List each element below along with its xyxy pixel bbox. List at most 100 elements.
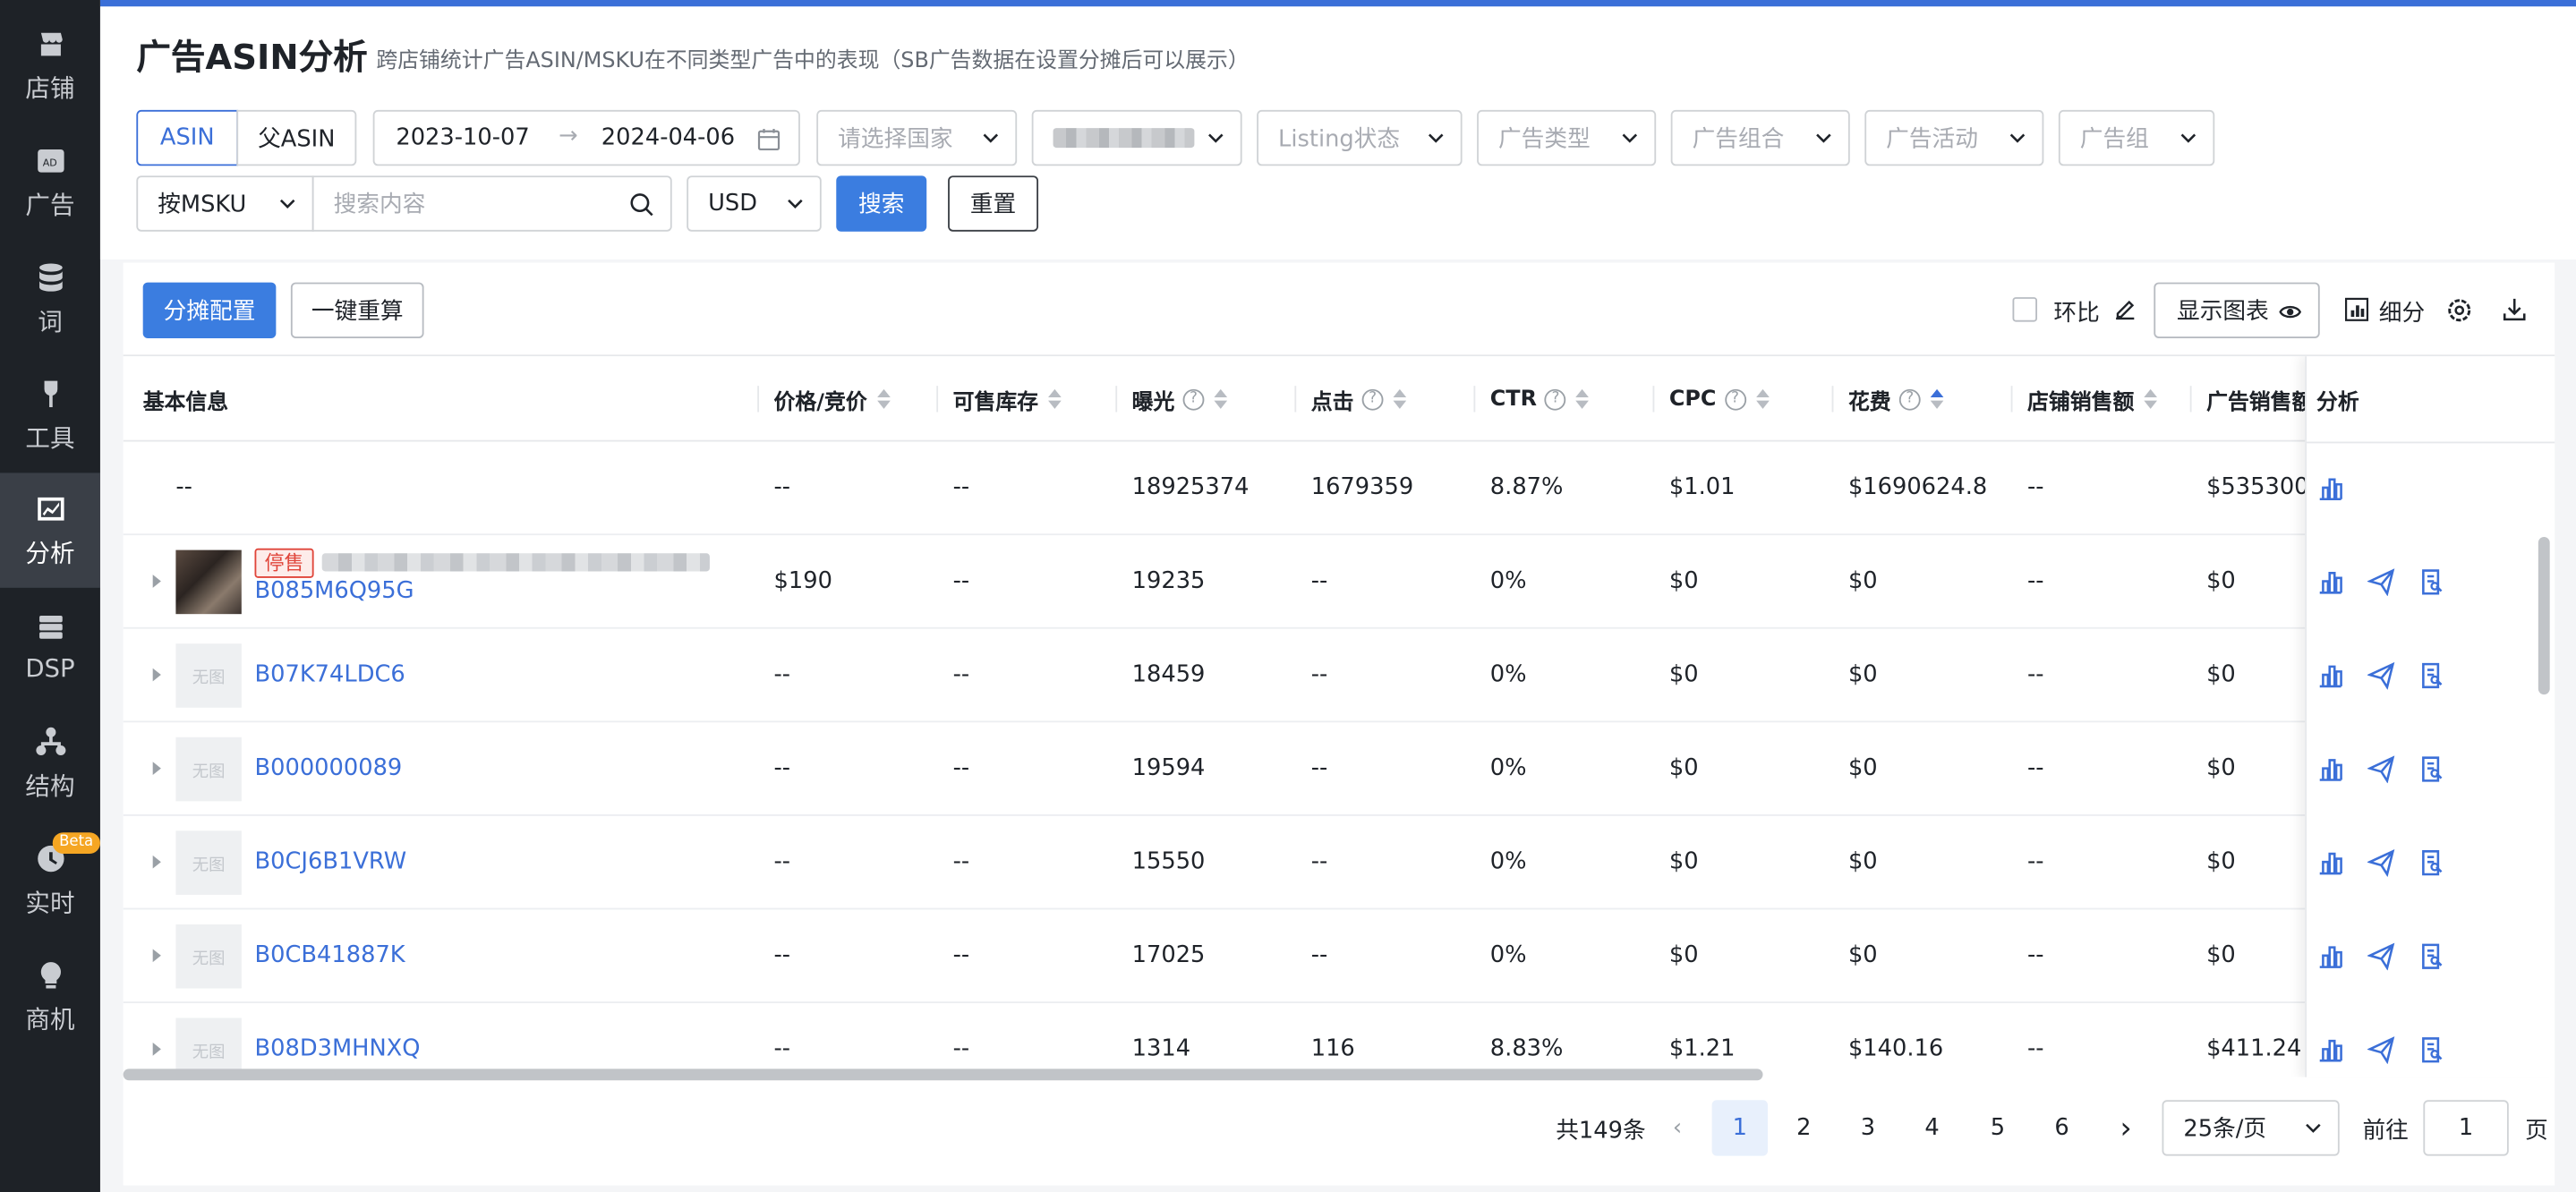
goto-page-input[interactable]: 1 [2423, 1100, 2509, 1156]
bar-chart-icon[interactable] [2316, 755, 2344, 783]
col-stock[interactable]: 可售库存 [953, 356, 1062, 441]
prev-page-chevron-left-icon[interactable]: ‹ [1650, 1100, 1705, 1155]
show-chart-button[interactable]: 显示图表 [2154, 282, 2320, 338]
sidebar-item-realtime[interactable]: Beta 实时 [0, 822, 100, 937]
search-input[interactable]: 搜索内容 [311, 175, 672, 232]
bar-chart-icon[interactable] [2316, 849, 2344, 877]
asin-link[interactable]: B0CB41887K [255, 942, 405, 968]
sort-icon[interactable] [1048, 388, 1062, 409]
search-icon[interactable] [629, 192, 654, 217]
ad-type-select[interactable]: 广告类型 [1477, 109, 1657, 166]
help-icon[interactable]: ? [1182, 387, 1205, 410]
detail-label[interactable]: 细分 [2379, 295, 2425, 328]
bar-chart-icon[interactable] [2316, 942, 2344, 970]
next-page-chevron-right-icon[interactable]: › [2098, 1100, 2154, 1155]
sidebar-item-ad[interactable]: AD 广告 [0, 124, 100, 239]
sidebar-item-dsp[interactable]: DSP [0, 590, 100, 704]
asin-link[interactable]: B0CJ6B1VRW [255, 849, 407, 875]
sidebar-item-analysis[interactable]: 分析 [0, 473, 100, 588]
report-icon[interactable] [2418, 568, 2446, 596]
cell-ad-sales: $0 [2206, 661, 2236, 688]
asin-link[interactable]: B08D3MHNXQ [255, 1036, 421, 1062]
col-clicks[interactable]: 点击? [1311, 356, 1407, 441]
sort-icon[interactable] [1576, 388, 1590, 409]
page-1[interactable]: 1 [1711, 1100, 1768, 1156]
expand-caret-icon[interactable] [152, 1043, 161, 1056]
send-icon[interactable] [2367, 755, 2395, 784]
settings-gear-icon[interactable] [2446, 297, 2472, 323]
ad-portfolio-select[interactable]: 广告组合 [1670, 109, 1850, 166]
sidebar-item-structure[interactable]: 结构 [0, 706, 100, 821]
page-6[interactable]: 6 [2034, 1100, 2089, 1155]
chart-bar-icon[interactable] [2344, 297, 2369, 322]
bar-chart-icon[interactable] [2316, 474, 2344, 502]
asin-link[interactable]: B000000089 [255, 755, 403, 781]
bar-chart-icon[interactable] [2316, 661, 2344, 689]
send-icon[interactable] [2367, 568, 2395, 596]
col-ad-sales[interactable]: 广告销售额 [2206, 356, 2308, 441]
segment-asin[interactable]: ASIN [136, 109, 239, 166]
help-icon[interactable]: ? [1361, 387, 1384, 410]
report-icon[interactable] [2418, 1036, 2446, 1064]
ad-campaign-select[interactable]: 广告活动 [1864, 109, 2044, 166]
page-5[interactable]: 5 [1970, 1100, 2026, 1155]
page-size-select[interactable]: 25条/页 [2162, 1100, 2340, 1156]
asin-link[interactable]: B085M6Q95G [255, 578, 414, 604]
sidebar-item-words[interactable]: 词 [0, 242, 100, 356]
page-4[interactable]: 4 [1904, 1100, 1959, 1155]
report-icon[interactable] [2418, 661, 2446, 689]
vertical-scrollbar[interactable] [2538, 536, 2552, 1077]
col-impressions[interactable]: 曝光? [1132, 356, 1228, 441]
report-icon[interactable] [2418, 755, 2446, 783]
col-cpc[interactable]: CPC? [1669, 356, 1770, 441]
expand-caret-icon[interactable] [152, 949, 161, 963]
expand-caret-icon[interactable] [152, 575, 161, 588]
bar-chart-icon[interactable] [2316, 568, 2344, 596]
edit-icon[interactable] [2112, 297, 2137, 322]
help-icon[interactable]: ? [1898, 387, 1921, 410]
page-2[interactable]: 2 [1776, 1100, 1831, 1155]
listing-status-select[interactable]: Listing状态 [1257, 109, 1463, 166]
ad-group-select[interactable]: 广告组 [2058, 109, 2215, 166]
report-icon[interactable] [2418, 942, 2446, 970]
currency-select[interactable]: USD [687, 175, 822, 232]
bar-chart-icon[interactable] [2316, 1036, 2344, 1064]
sidebar-item-opportunity[interactable]: 商机 [0, 939, 100, 1053]
expand-caret-icon[interactable] [152, 762, 161, 775]
horizontal-scrollbar[interactable] [123, 1069, 2308, 1082]
col-ctr[interactable]: CTR? [1490, 356, 1590, 441]
sort-icon[interactable] [876, 388, 891, 409]
expand-caret-icon[interactable] [152, 668, 161, 682]
store-select[interactable] [1031, 109, 1242, 166]
allocation-config-button[interactable]: 分摊配置 [142, 282, 277, 338]
date-range-picker[interactable]: 2023-10-07 → 2024-04-06 [372, 109, 800, 166]
send-icon[interactable] [2367, 848, 2395, 877]
send-icon[interactable] [2367, 1036, 2395, 1064]
col-price[interactable]: 价格/竞价 [774, 356, 891, 441]
expand-caret-icon[interactable] [152, 855, 161, 869]
segment-parent-asin[interactable]: 父ASIN [236, 109, 357, 166]
col-spend[interactable]: 花费? [1848, 356, 1944, 441]
sidebar-item-tools[interactable]: 工具 [0, 358, 100, 473]
asin-link[interactable]: B07K74LDC6 [255, 661, 405, 687]
reset-button[interactable]: 重置 [948, 175, 1039, 232]
compare-checkbox[interactable] [2012, 297, 2038, 322]
send-icon[interactable] [2367, 942, 2395, 971]
report-icon[interactable] [2418, 849, 2446, 877]
sort-icon[interactable] [1930, 388, 1944, 409]
search-button[interactable]: 搜索 [836, 175, 927, 232]
recalculate-button[interactable]: 一键重算 [290, 282, 424, 338]
download-icon[interactable] [2502, 297, 2527, 322]
sidebar-item-store[interactable]: 店铺 [0, 8, 100, 123]
send-icon[interactable] [2367, 661, 2395, 690]
search-by-select[interactable]: 按MSKU [136, 175, 314, 232]
sort-icon[interactable] [1393, 388, 1407, 409]
sort-icon[interactable] [1755, 388, 1770, 409]
sort-icon[interactable] [2144, 388, 2158, 409]
col-store-sales[interactable]: 店铺销售额 [2027, 356, 2192, 441]
page-3[interactable]: 3 [1840, 1100, 1896, 1155]
country-select[interactable]: 请选择国家 [816, 109, 1018, 166]
help-icon[interactable]: ? [1724, 387, 1746, 410]
help-icon[interactable]: ? [1545, 387, 1567, 410]
sort-icon[interactable] [1214, 388, 1228, 409]
